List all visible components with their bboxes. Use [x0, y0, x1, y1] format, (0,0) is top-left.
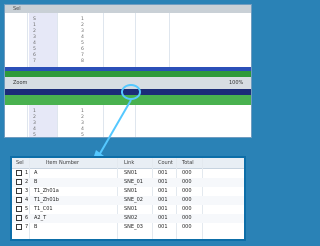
- col-header-total: Total: [182, 160, 194, 166]
- table-row[interactable]: 3 T1_Zh01a SN01 001 000: [12, 187, 244, 196]
- row-id: 7: [33, 59, 36, 64]
- row-link: SN01: [124, 170, 138, 176]
- col-header-link: Link: [124, 160, 135, 166]
- row-name: A2_T: [34, 215, 47, 221]
- col-header-sel: Sel: [16, 160, 24, 166]
- zoom-panel: Sel Item Number Link Count Total 1 A SN0…: [10, 156, 246, 241]
- row-checkbox[interactable]: [16, 188, 22, 194]
- row-checkbox[interactable]: [16, 197, 22, 203]
- col-sep: [169, 13, 170, 67]
- row-id: 6: [25, 215, 29, 221]
- row-name: T1_Zh01a: [34, 188, 59, 194]
- row-total: 000: [182, 224, 192, 230]
- col-sep: [27, 13, 28, 67]
- row-link: SNE_01: [124, 179, 143, 185]
- row-count: 001: [158, 224, 168, 230]
- row-checkbox[interactable]: [16, 179, 22, 185]
- table-row[interactable]: 1 A SN01 001 000: [12, 169, 244, 178]
- row-total: 000: [182, 206, 192, 212]
- row-link: SN01: [124, 206, 138, 212]
- row-count: 001: [158, 197, 168, 203]
- row-link: SN02: [124, 215, 138, 221]
- col-header-count: Count: [158, 160, 173, 166]
- row-id: 3: [25, 188, 29, 194]
- table-row[interactable]: 2 B SNE_01 001 000: [12, 178, 244, 187]
- row-total: 000: [182, 179, 192, 185]
- table-row[interactable]: 4 T1_Zh01b SNE_02 001 000: [12, 196, 244, 205]
- row-checkbox[interactable]: [16, 170, 22, 176]
- row-total: 000: [182, 215, 192, 221]
- row-name: A: [34, 170, 38, 176]
- row-value: 5: [81, 133, 84, 138]
- row-checkbox[interactable]: [16, 206, 22, 212]
- top-header-text: Sel: [13, 6, 21, 12]
- row-total: 000: [182, 170, 192, 176]
- row-count: 001: [158, 206, 168, 212]
- top-window: Sel S 1 2 3 4 5 6 7 1 2 3 4 5 6 7 8 Zoom…: [4, 4, 252, 138]
- highlight-ring: [121, 84, 141, 100]
- col-sep: [57, 13, 58, 67]
- row-count: 001: [158, 170, 168, 176]
- row-count: 001: [158, 188, 168, 194]
- table-row[interactable]: 6 A2_T SN02 001 000: [12, 214, 244, 223]
- col-sep: [103, 105, 104, 137]
- zoom-table-header: Sel Item Number Link Count Total: [12, 158, 244, 169]
- row-name: B: [34, 179, 38, 185]
- mid-toolbar-left-label: Zoom: [13, 80, 28, 86]
- row-id: 7: [25, 224, 29, 230]
- table-row[interactable]: 7 B SNE_03 001 000: [12, 223, 244, 232]
- row-value: 8: [81, 59, 84, 64]
- row-checkbox[interactable]: [16, 224, 22, 230]
- row-total: 000: [182, 197, 192, 203]
- row-name: T1_Zh01b: [34, 197, 59, 203]
- row-link: SN01: [124, 188, 138, 194]
- row-link: SNE_03: [124, 224, 143, 230]
- row-name: T1_C01: [34, 206, 53, 212]
- row-name: B: [34, 224, 38, 230]
- row-id: 5: [33, 133, 36, 138]
- table-row[interactable]: 5 T1_C01 SN01 001 000: [12, 205, 244, 214]
- row-id: 2: [25, 179, 29, 185]
- top-header-bar: [5, 5, 251, 13]
- row-id: 4: [25, 197, 29, 203]
- row-id: 5: [25, 206, 29, 212]
- col-sep: [135, 105, 136, 137]
- col-sep: [27, 105, 28, 137]
- row-count: 001: [158, 215, 168, 221]
- row-link: SNE_02: [124, 197, 143, 203]
- row-count: 001: [158, 179, 168, 185]
- col-sep: [57, 105, 58, 137]
- mid-toolbar-right-label: 100%: [229, 80, 244, 86]
- row-total: 000: [182, 188, 192, 194]
- col-header-item-number: Item Number: [46, 160, 80, 166]
- row-checkbox[interactable]: [16, 215, 22, 221]
- row-id: 1: [25, 170, 29, 176]
- col-sep: [103, 13, 104, 67]
- col-sep: [135, 13, 136, 67]
